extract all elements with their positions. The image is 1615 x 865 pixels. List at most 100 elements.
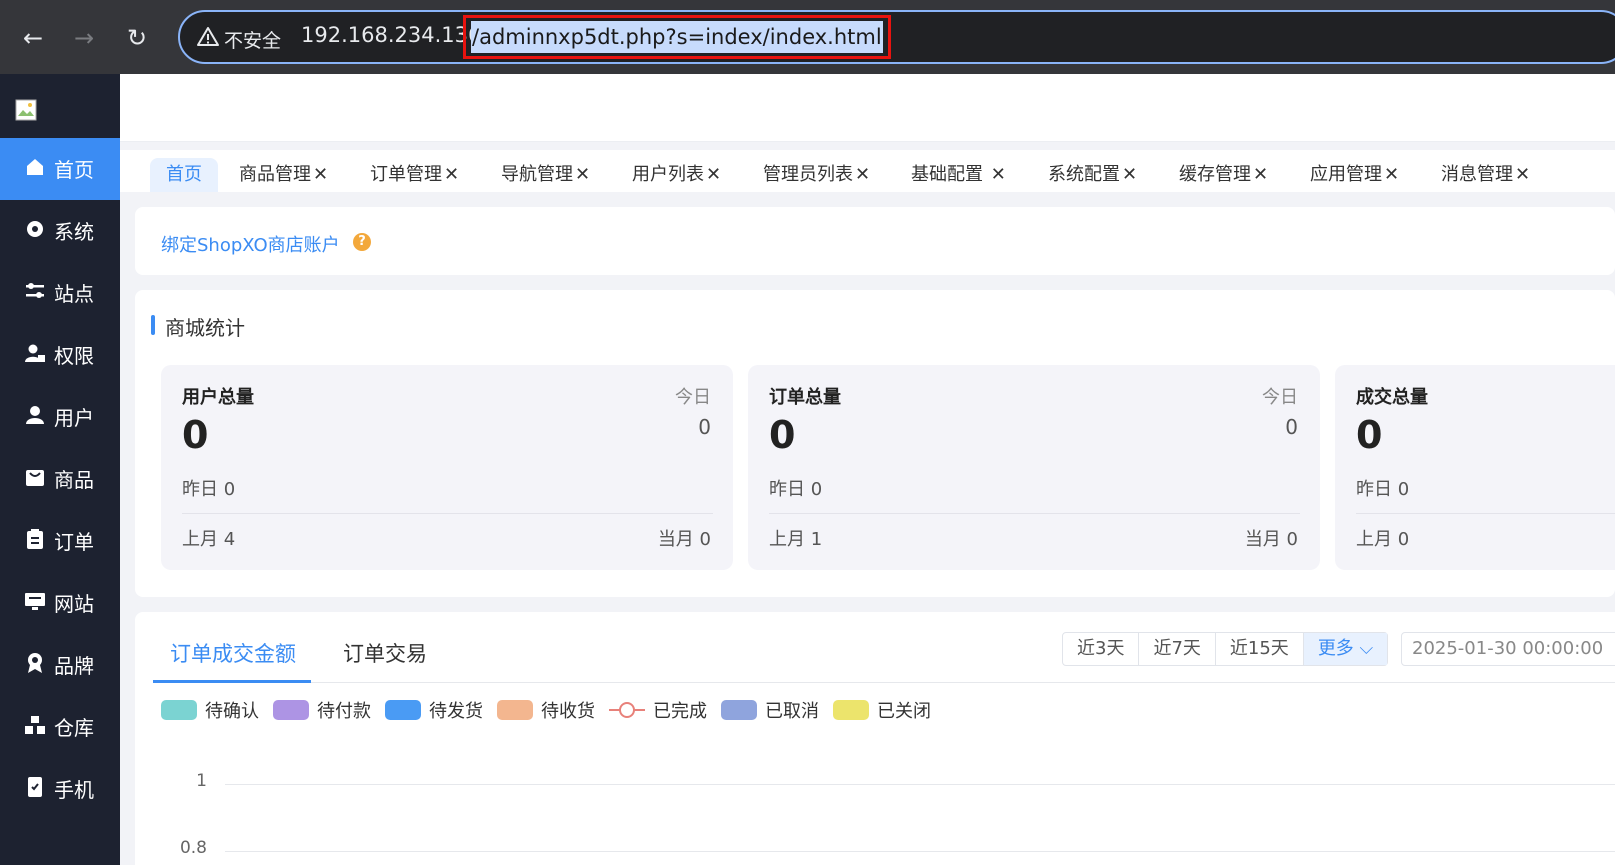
order-chart-card: 订单成交金额 订单交易 近3天 近7天 近15天 更多 ⌵ 2025-01-30… <box>135 612 1615 865</box>
tab-label: 首页 <box>166 164 202 185</box>
tab-home[interactable]: 首页 <box>150 158 218 192</box>
stat-title: 订单总量 <box>769 387 841 408</box>
close-icon[interactable]: ✕ <box>1122 164 1137 185</box>
stat-card-orders: 订单总量 今日 0 0 昨日 0 上月 1 当月 0 <box>748 365 1320 570</box>
tab-label: 订单管理 <box>370 164 442 185</box>
range-15-days-button[interactable]: 近15天 <box>1216 633 1304 665</box>
tab-label: 用户列表 <box>632 164 704 185</box>
forward-button[interactable]: → <box>68 22 100 54</box>
tab-goods-management[interactable]: 商品管理 ✕ <box>239 158 328 192</box>
insecure-label: 不安全 <box>224 30 282 52</box>
sidebar-item-system[interactable]: 系统 <box>0 200 120 262</box>
chart-legend: 待确认 待付款 待发货 待收货 已完成 已取消 已关闭 <box>161 697 931 723</box>
legend-item-completed[interactable]: 已完成 <box>609 697 707 723</box>
sidebar-item-permission[interactable]: 权限 <box>0 324 120 386</box>
tab-system-config[interactable]: 系统配置 ✕ <box>1048 158 1137 192</box>
legend-item-cancelled[interactable]: 已取消 <box>721 697 819 723</box>
tab-app-management[interactable]: 应用管理 ✕ <box>1310 158 1399 192</box>
sidebar-item-goods[interactable]: 商品 <box>0 448 120 510</box>
tab-label: 应用管理 <box>1310 164 1382 185</box>
start-date-input[interactable]: 2025-01-30 00:00:00 <box>1401 632 1615 666</box>
legend-swatch <box>161 700 197 720</box>
stat-total: 0 <box>182 413 209 457</box>
close-icon[interactable]: ✕ <box>1515 164 1530 185</box>
sidebar-item-home[interactable]: 首页 <box>0 138 120 200</box>
tab-user-list[interactable]: 用户列表 ✕ <box>632 158 721 192</box>
sidebar-item-label: 网站 <box>54 592 94 616</box>
divider <box>769 513 1300 514</box>
tab-order-amount[interactable]: 订单成交金额 <box>170 638 296 668</box>
close-icon[interactable]: ✕ <box>855 164 870 185</box>
stat-last-month: 上月 4 <box>182 529 236 550</box>
browser-toolbar: ← → ↻ 不安全 192.168.234.136 /adminnxp5dt.p… <box>0 0 1615 74</box>
user-icon <box>26 406 44 424</box>
sidebar-item-brand[interactable]: 品牌 <box>0 634 120 696</box>
tab-basic-config[interactable]: 基础配置 ✕ <box>911 158 1006 192</box>
sidebar-item-label: 手机 <box>54 778 94 802</box>
address-bar[interactable]: 不安全 192.168.234.136 <box>178 10 1615 64</box>
range-7-days-button[interactable]: 近7天 <box>1139 633 1216 665</box>
sidebar-item-mobile[interactable]: 手机 <box>0 758 120 820</box>
legend-label: 待付款 <box>317 701 371 722</box>
close-icon[interactable]: ✕ <box>444 164 459 185</box>
active-tab-indicator <box>153 680 311 683</box>
stat-last-month: 上月 1 <box>769 529 823 550</box>
legend-item-pending-payment[interactable]: 待付款 <box>273 697 371 723</box>
stat-this-month: 当月 0 <box>657 529 711 550</box>
tab-label: 消息管理 <box>1441 164 1513 185</box>
page-tabs: 首页 商品管理 ✕ 订单管理 ✕ 导航管理 ✕ 用户列表 ✕ 管理员列表 ✕ 基础配置 ✕… <box>120 150 1615 192</box>
legend-swatch <box>385 700 421 720</box>
award-icon <box>28 653 42 673</box>
help-icon[interactable]: ? <box>353 233 371 251</box>
stat-last-month: 上月 0 <box>1356 529 1410 550</box>
sidebar-item-users[interactable]: 用户 <box>0 386 120 448</box>
mall-stats-card: 商城统计 用户总量 今日 0 0 昨日 0 上月 4 当月 0 订单总量 今日 … <box>135 290 1615 597</box>
legend-label: 待发货 <box>429 701 483 722</box>
close-icon[interactable]: ✕ <box>706 164 721 185</box>
tab-cache-management[interactable]: 缓存管理 ✕ <box>1179 158 1268 192</box>
phone-icon <box>28 777 42 797</box>
sidebar-item-label: 首页 <box>54 158 94 182</box>
close-icon[interactable]: ✕ <box>1384 164 1399 185</box>
reload-icon: ↻ <box>126 24 148 52</box>
bag-icon <box>26 470 44 486</box>
legend-item-pending-shipment[interactable]: 待发货 <box>385 697 483 723</box>
back-button[interactable]: ← <box>17 22 49 54</box>
sidebar-item-website[interactable]: 网站 <box>0 572 120 634</box>
section-title: 商城统计 <box>151 312 245 341</box>
grid-line <box>225 784 1615 785</box>
close-icon[interactable]: ✕ <box>1253 164 1268 185</box>
tab-message-management[interactable]: 消息管理 ✕ <box>1441 158 1530 192</box>
legend-item-pending-receipt[interactable]: 待收货 <box>497 697 595 723</box>
bind-account-link[interactable]: 绑定ShopXO商店账户 <box>161 231 340 257</box>
home-icon <box>27 159 43 175</box>
stat-today-value: 0 <box>1285 415 1298 439</box>
tab-admin-list[interactable]: 管理员列表 ✕ <box>763 158 870 192</box>
legend-item-closed[interactable]: 已关闭 <box>833 697 931 723</box>
stat-title: 用户总量 <box>182 387 254 408</box>
range-more-dropdown[interactable]: 更多 ⌵ <box>1303 633 1388 665</box>
tab-label: 管理员列表 <box>763 164 853 185</box>
close-icon[interactable]: ✕ <box>313 164 328 185</box>
tab-order-trade[interactable]: 订单交易 <box>343 638 427 668</box>
warehouse-icon <box>25 716 45 734</box>
sidebar: 首页 系统 站点 权限 用户 商品 订单 网站 品牌 仓库 手机 <box>0 74 120 865</box>
stat-yesterday: 昨日 0 <box>769 479 823 500</box>
legend-item-pending-confirm[interactable]: 待确认 <box>161 697 259 723</box>
reload-button[interactable]: ↻ <box>121 22 153 54</box>
sidebar-item-site[interactable]: 站点 <box>0 262 120 324</box>
range-3-days-button[interactable]: 近3天 <box>1063 633 1140 665</box>
divider <box>182 513 713 514</box>
sidebar-item-orders[interactable]: 订单 <box>0 510 120 572</box>
sliders-icon <box>26 283 44 298</box>
user-lock-icon <box>25 344 45 362</box>
tab-order-management[interactable]: 订单管理 ✕ <box>370 158 459 192</box>
tab-label: 商品管理 <box>239 164 311 185</box>
close-icon[interactable]: ✕ <box>985 164 1006 185</box>
legend-label: 待确认 <box>205 701 259 722</box>
stat-card-deals: 成交总量 0 昨日 0 上月 0 <box>1335 365 1615 570</box>
tab-navigation-management[interactable]: 导航管理 ✕ <box>501 158 590 192</box>
sidebar-item-warehouse[interactable]: 仓库 <box>0 696 120 758</box>
close-icon[interactable]: ✕ <box>575 164 590 185</box>
stat-total: 0 <box>1356 413 1383 457</box>
